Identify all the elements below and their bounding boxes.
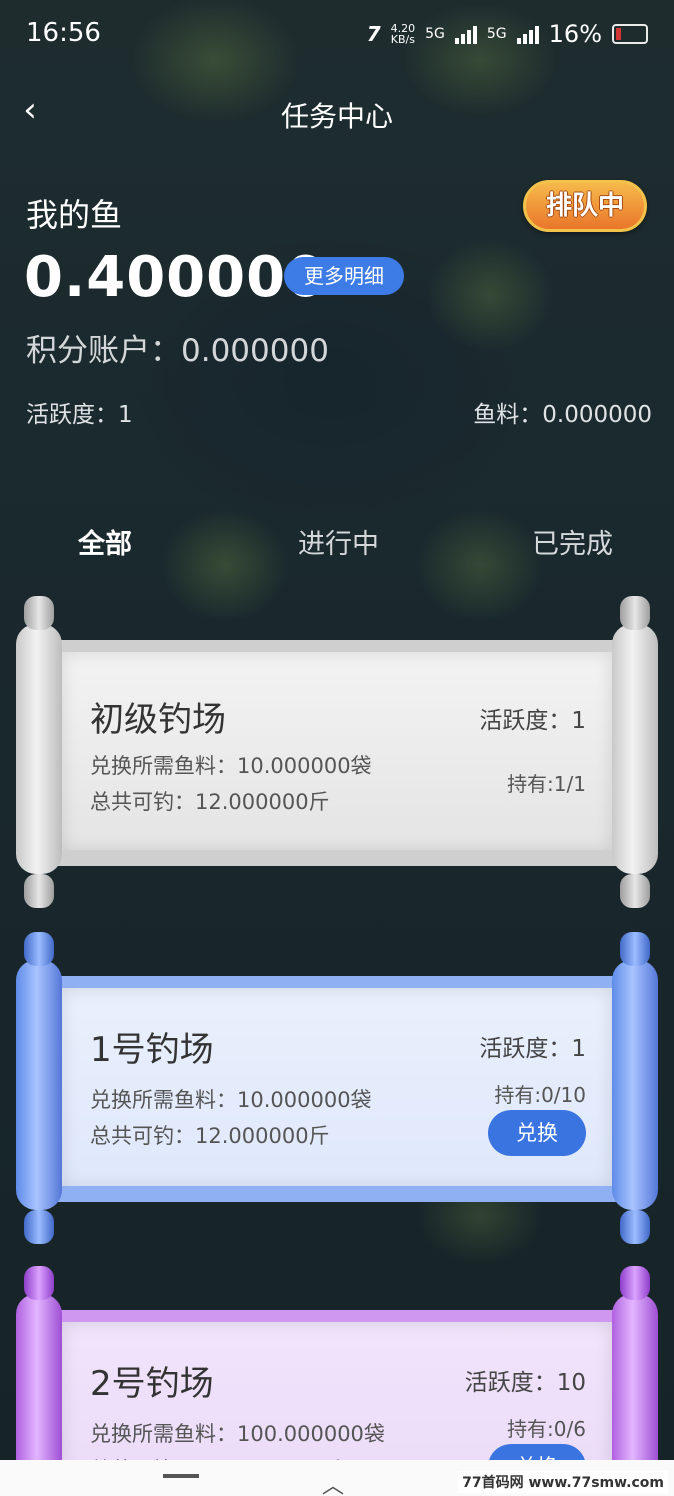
scroll-roller-right (612, 932, 658, 1244)
task-tabs: 全部 进行中 已完成 (0, 522, 674, 566)
tab-all[interactable]: 全部 (78, 522, 132, 561)
sim2-label: 5G (486, 26, 507, 42)
scroll-roller-left (16, 596, 62, 908)
watermark: 77首码网 www.77smw.com (458, 1471, 668, 1493)
tab-completed[interactable]: 已完成 (532, 522, 613, 561)
fishing-ground-card: 初级钓场 活跃度：1 兑换所需鱼料：10.000000袋 总共可钓：12.000… (0, 594, 674, 910)
card-activity: 活跃度：1 (479, 708, 586, 734)
tab-in-progress[interactable]: 进行中 (298, 522, 379, 561)
status-bar: 16:56 7 4.20 KB/s 5G 5G 16% (0, 0, 674, 70)
roller-cap-top (24, 932, 54, 966)
fishing-ground-card: 1号钓场 活跃度：1 兑换所需鱼料：10.000000袋 总共可钓：12.000… (0, 930, 674, 1246)
fish-balance: 0.400000 (24, 245, 327, 310)
scroll-roller-right (612, 596, 658, 908)
roller-cap-top (24, 1266, 54, 1300)
roller-cap-bottom (620, 1210, 650, 1244)
scroll-edge-bottom (40, 850, 634, 866)
scroll-roller-left (16, 932, 62, 1244)
card-holding: 持有:0/10 (494, 1083, 586, 1107)
exchange-button[interactable]: 兑换 (488, 1110, 586, 1156)
activity-value: 活跃度：1 (26, 402, 133, 428)
card-total-catch: 总共可钓：12.000000斤 (90, 1124, 330, 1148)
card-total-catch: 总共可钓：12.000000斤 (90, 790, 330, 814)
network-speed: 4.20 KB/s (391, 23, 416, 45)
status-icons: 7 4.20 KB/s 5G 5G 16% (367, 20, 648, 48)
card-holding: 持有:0/6 (507, 1417, 586, 1441)
roller-cap-top (620, 932, 650, 966)
page-title: 任务中心 (280, 100, 393, 133)
signal-2-icon (516, 24, 539, 44)
menu-icon[interactable] (163, 1474, 199, 1478)
roller-cap-top (620, 1266, 650, 1300)
card-bait-required: 兑换所需鱼料：10.000000袋 (90, 754, 372, 778)
home-icon[interactable]: ︿ (322, 1468, 344, 1496)
card-bait-required: 兑换所需鱼料：100.000000袋 (90, 1422, 385, 1446)
card-holding: 持有:1/1 (507, 772, 586, 796)
sim1-label: 5G (425, 26, 445, 42)
speed-unit: KB/s (390, 33, 415, 46)
my-fish-label: 我的鱼 (26, 196, 123, 234)
card-title: 初级钓场 (90, 700, 226, 740)
queue-button[interactable]: 排队中 (523, 180, 647, 232)
roller-cap-top (24, 596, 54, 630)
card-title: 2号钓场 (90, 1364, 214, 1404)
roller-cap-bottom (620, 874, 650, 908)
network-logo-icon: 7 (366, 22, 381, 46)
points-account: 积分账户：0.000000 (26, 333, 329, 369)
battery-percent: 16% (548, 20, 602, 48)
signal-1-icon (454, 24, 477, 44)
card-bait-required: 兑换所需鱼料：10.000000袋 (90, 1088, 372, 1112)
scroll-edge-bottom (40, 1186, 634, 1202)
more-details-button[interactable]: 更多明细 (284, 257, 404, 295)
card-title: 1号钓场 (90, 1030, 214, 1070)
battery-icon (612, 24, 648, 44)
card-activity: 活跃度：10 (464, 1370, 586, 1396)
bait-value: 鱼料：0.000000 (473, 402, 652, 428)
roller-cap-bottom (24, 874, 54, 908)
roller-cap-top (620, 596, 650, 630)
card-activity: 活跃度：1 (479, 1036, 586, 1062)
roller-cap-bottom (24, 1210, 54, 1244)
status-time: 16:56 (26, 18, 101, 48)
